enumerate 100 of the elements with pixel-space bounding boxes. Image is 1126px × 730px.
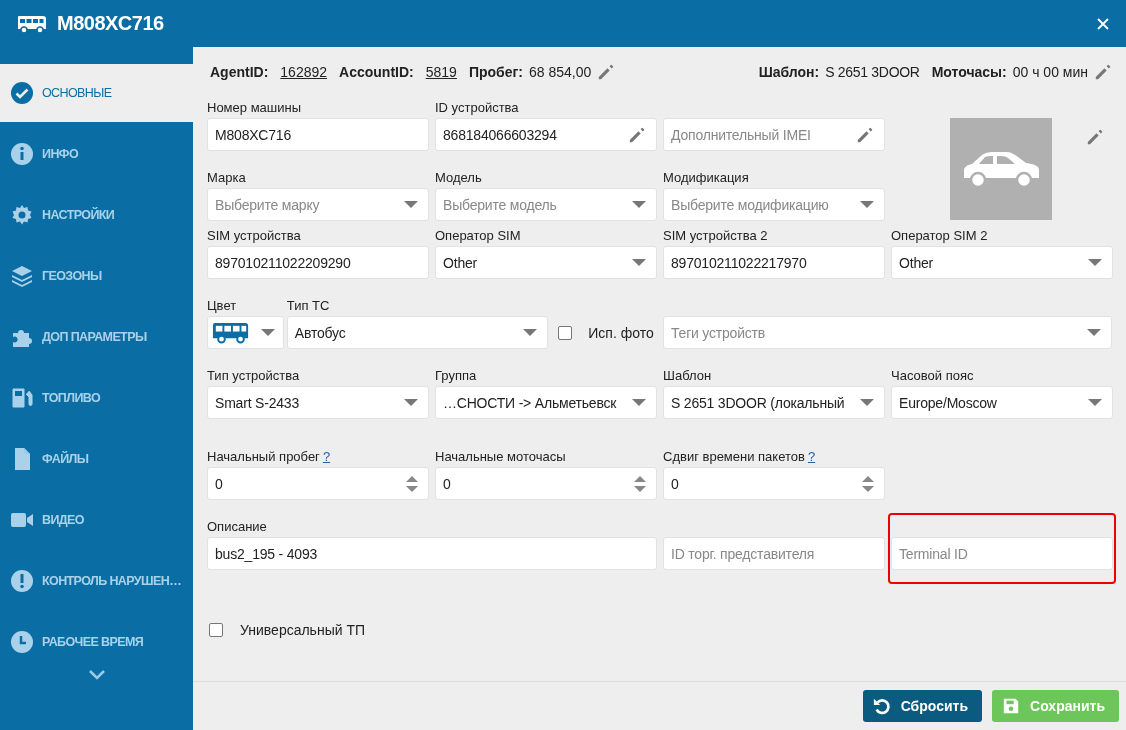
- select-field[interactable]: Теги устройств: [663, 316, 1112, 349]
- select-field[interactable]: Автобус: [286, 316, 549, 349]
- spinner-icon[interactable]: [406, 473, 418, 494]
- vehicle-photo-placeholder[interactable]: [950, 118, 1052, 220]
- sidebar-item[interactable]: ВИДЕО: [0, 491, 193, 549]
- chevron-down-icon[interactable]: [88, 670, 105, 680]
- pencil-icon[interactable]: [1086, 128, 1104, 146]
- field-label: Часовой пояс: [891, 368, 974, 383]
- undo-icon: [872, 697, 891, 715]
- input-field[interactable]: Terminal ID: [891, 537, 1113, 570]
- color-select[interactable]: [207, 316, 284, 349]
- field-label: Модель: [435, 170, 482, 185]
- checkbox[interactable]: [209, 623, 223, 637]
- info-label: Шаблон:: [758, 64, 820, 80]
- caret-icon: [404, 398, 418, 407]
- car-icon: [961, 149, 1041, 189]
- check-circle-icon: [10, 81, 34, 105]
- info-label: Моточасы:: [931, 64, 1007, 80]
- sidebar-item[interactable]: ИНФО: [0, 125, 193, 183]
- field-label: Тип ТС: [286, 298, 330, 313]
- close-icon[interactable]: [1097, 17, 1109, 30]
- fuel-pump-icon: [10, 386, 34, 410]
- input-field[interactable]: 897010211022217970: [663, 246, 885, 279]
- caret-icon: [1088, 398, 1102, 407]
- select-field[interactable]: …СНОСТИ -> Альметьевск: [435, 386, 657, 419]
- number-field[interactable]: 0: [207, 467, 429, 500]
- caret-icon: [1088, 258, 1102, 267]
- mileage-value: 68 854,00: [528, 64, 592, 80]
- info-label: AgentID:: [210, 64, 269, 80]
- number-field[interactable]: 0: [435, 467, 657, 500]
- field-label: Цвет: [207, 298, 237, 313]
- field-label: Сдвиг времени пакетов: [663, 449, 805, 464]
- spinner-icon[interactable]: [634, 473, 646, 494]
- engine-hours-value: 00 ч 00 мин: [1012, 64, 1088, 80]
- help-link[interactable]: ?: [807, 449, 816, 464]
- field-label: Марка: [207, 170, 246, 185]
- select-field[interactable]: Other: [891, 246, 1113, 279]
- sidebar-item[interactable]: КОНТРОЛЬ НАРУШЕН…: [0, 552, 193, 610]
- sidebar-item[interactable]: НАСТРОЙКИ: [0, 186, 193, 244]
- caret-icon: [404, 200, 418, 209]
- pencil-icon[interactable]: [856, 125, 874, 144]
- agent-id-link[interactable]: 162892: [280, 64, 328, 80]
- field-label: Оператор SIM 2: [891, 228, 988, 243]
- spinner-icon[interactable]: [862, 473, 874, 494]
- input-field[interactable]: 897010211022209290: [207, 246, 429, 279]
- info-label: Пробег:: [468, 64, 523, 80]
- select-field[interactable]: Выберите модель: [435, 188, 657, 221]
- bus-icon: [17, 13, 47, 34]
- caret-icon: [632, 200, 646, 209]
- caret-icon: [860, 200, 874, 209]
- info-icon: [10, 142, 34, 166]
- select-field[interactable]: Выберите модификацию: [663, 188, 885, 221]
- field-label: Шаблон: [663, 368, 712, 383]
- gear-icon: [10, 203, 34, 227]
- input-field[interactable]: M808XC716: [207, 118, 429, 151]
- field-label: Тип устройства: [207, 368, 300, 383]
- field-label: Начальные моточасы: [435, 449, 566, 464]
- caret-icon: [1087, 328, 1101, 337]
- select-field[interactable]: Выберите марку: [207, 188, 429, 221]
- input-field[interactable]: bus2_195 - 4093: [207, 537, 657, 570]
- checkbox-label: Универсальный ТП: [240, 622, 366, 638]
- sidebar-item[interactable]: РАБОЧЕЕ ВРЕМЯ: [0, 613, 193, 671]
- select-field[interactable]: Smart S-2433: [207, 386, 429, 419]
- bus-icon: [212, 321, 250, 344]
- input-field[interactable]: Дополнительный IMEI: [663, 118, 885, 151]
- select-field[interactable]: Europe/Moscow: [891, 386, 1113, 419]
- template-value: S 2651 3DOOR: [825, 64, 920, 80]
- sidebar-item[interactable]: ТОПЛИВО: [0, 369, 193, 427]
- field-label: Описание: [207, 519, 267, 534]
- pencil-icon[interactable]: [597, 63, 616, 81]
- field-label: SIM устройства: [207, 228, 301, 243]
- field-label: SIM устройства 2: [663, 228, 768, 243]
- checkbox-label: Исп. фото: [588, 324, 654, 341]
- checkbox[interactable]: [558, 325, 573, 340]
- caret-icon: [523, 328, 538, 337]
- caret-icon: [860, 398, 874, 407]
- sidebar-item[interactable]: ФАЙЛЫ: [0, 430, 193, 488]
- pencil-icon[interactable]: [1094, 63, 1112, 81]
- select-field[interactable]: S 2651 3DOOR (локальный: [663, 386, 885, 419]
- caret-icon: [260, 328, 275, 337]
- sidebar-item[interactable]: ДОП ПАРАМЕТРЫ: [0, 308, 193, 366]
- window-title: M808XC716: [57, 12, 164, 35]
- input-field[interactable]: 868184066603294: [435, 118, 657, 151]
- sidebar-item[interactable]: ОСНОВНЫЕ: [0, 64, 193, 122]
- field-label: Группа: [435, 368, 477, 383]
- help-link[interactable]: ?: [322, 449, 331, 464]
- field-label: Модификация: [663, 170, 749, 185]
- clock-icon: [10, 630, 34, 654]
- exclamation-icon: [10, 569, 34, 593]
- field-label: Оператор SIM: [435, 228, 521, 243]
- caret-icon: [632, 398, 646, 407]
- reset-button[interactable]: Сбросить: [862, 690, 983, 722]
- input-field[interactable]: ID торг. представителя: [663, 537, 885, 570]
- number-field[interactable]: 0: [663, 467, 885, 500]
- account-id-link[interactable]: 5819: [425, 64, 457, 80]
- field-label: ID устройства: [435, 100, 519, 115]
- pencil-icon[interactable]: [628, 125, 646, 144]
- select-field[interactable]: Other: [435, 246, 657, 279]
- sidebar-item[interactable]: ГЕОЗОНЫ: [0, 247, 193, 305]
- info-label: AccountID:: [339, 64, 414, 80]
